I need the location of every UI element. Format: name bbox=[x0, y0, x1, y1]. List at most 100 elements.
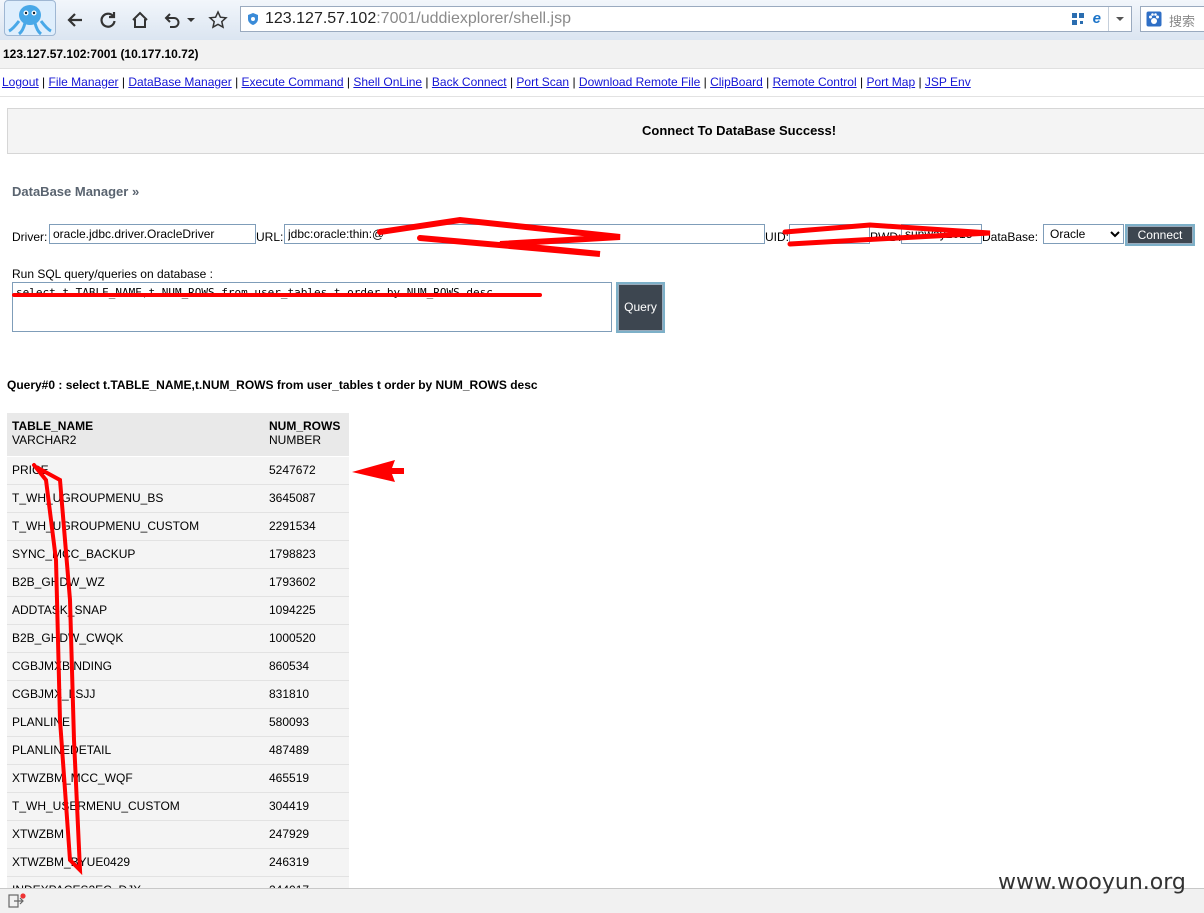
column-type: VARCHAR2 bbox=[12, 433, 77, 447]
num-rows-cell: 487489 bbox=[264, 735, 349, 765]
table-row: ADDTASK_SNAP 1094225 bbox=[7, 595, 349, 625]
uid-input[interactable] bbox=[789, 224, 870, 244]
driver-label: Driver: bbox=[12, 230, 48, 244]
table-row: T_WH_UGROUPMENU_BS 3645087 bbox=[7, 483, 349, 513]
num-rows-cell: 831810 bbox=[264, 679, 349, 709]
query-button[interactable]: Query bbox=[618, 284, 663, 331]
host-bar: 123.127.57.102:7001 (10.177.10.72) bbox=[0, 40, 1204, 69]
results-table-container: TABLE_NAME VARCHAR2 NUM_ROWS NUMBER PRICE 5… bbox=[7, 413, 349, 905]
uid-label: UID: bbox=[765, 230, 789, 244]
driver-input[interactable] bbox=[49, 224, 256, 244]
table-row: PLANLINE 580093 bbox=[7, 707, 349, 737]
table-name-cell: SYNC_MCC_BACKUP bbox=[7, 539, 264, 569]
table-row: SYNC_MCC_BACKUP 1798823 bbox=[7, 539, 349, 569]
table-name-cell: B2B_GHDW_WZ bbox=[7, 567, 264, 597]
table-row: PRICE 5247672 bbox=[7, 455, 349, 485]
search-placeholder: 搜索 bbox=[1169, 14, 1196, 29]
back-icon[interactable] bbox=[64, 8, 88, 32]
browser-logo-icon bbox=[4, 0, 56, 36]
table-row: XTWZBM_BYUE0429 246319 bbox=[7, 847, 349, 877]
database-select[interactable]: Oracle bbox=[1043, 224, 1124, 244]
menu-link-database-manager[interactable]: DataBase Manager bbox=[128, 75, 231, 89]
table-name-cell: PLANLINEDETAIL bbox=[7, 735, 264, 765]
menu-separator: | bbox=[762, 75, 773, 89]
menu-link-file-manager[interactable]: File Manager bbox=[49, 75, 119, 89]
num-rows-cell: 580093 bbox=[264, 707, 349, 737]
browser-toolbar: 123.127.57.102:7001/uddiexplorer/shell.j… bbox=[0, 0, 1204, 41]
num-rows-cell: 2291534 bbox=[264, 511, 349, 541]
num-rows-cell: 5247672 bbox=[264, 455, 349, 485]
menu-link-port-map[interactable]: Port Map bbox=[866, 75, 915, 89]
table-name-cell: PRICE bbox=[7, 455, 264, 485]
num-rows-cell: 247929 bbox=[264, 819, 349, 849]
undo-menu-chevron-down-icon[interactable] bbox=[184, 8, 198, 32]
undo-icon[interactable] bbox=[160, 8, 184, 32]
url-label: URL: bbox=[256, 230, 284, 244]
table-name-cell: XTWZBM bbox=[7, 819, 264, 849]
refresh-icon[interactable] bbox=[96, 8, 120, 32]
search-box[interactable]: 搜索 bbox=[1140, 6, 1204, 32]
table-name-cell: CGBJMX_LSJJ bbox=[7, 679, 264, 709]
menu-link-shell-online[interactable]: Shell OnLine bbox=[353, 75, 422, 89]
menu-separator: | bbox=[915, 75, 925, 89]
menu-separator: | bbox=[38, 75, 49, 89]
table-header-row: TABLE_NAME VARCHAR2 NUM_ROWS NUMBER bbox=[7, 413, 349, 456]
url-input[interactable] bbox=[284, 224, 765, 244]
search-engine-paw-icon[interactable] bbox=[1146, 11, 1162, 30]
table-row: T_WH_UGROUPMENU_CUSTOM 2291534 bbox=[7, 511, 349, 541]
arrow-icon bbox=[352, 460, 404, 482]
database-label: DataBase: bbox=[982, 230, 1039, 244]
menu-separator: | bbox=[506, 75, 517, 89]
shield-icon bbox=[246, 12, 260, 29]
menu-separator: | bbox=[856, 75, 867, 89]
column-header: NUM_ROWS NUMBER bbox=[264, 413, 349, 456]
menu-link-execute-command[interactable]: Execute Command bbox=[242, 75, 344, 89]
menu-separator: | bbox=[343, 75, 354, 89]
home-icon[interactable] bbox=[128, 8, 152, 32]
sql-label: Run SQL query/queries on database : bbox=[12, 267, 214, 281]
column-name: TABLE_NAME bbox=[12, 419, 94, 433]
table-row: PLANLINEDETAIL 487489 bbox=[7, 735, 349, 765]
menu-link-port-scan[interactable]: Port Scan bbox=[516, 75, 569, 89]
table-name-cell: B2B_GHDW_CWQK bbox=[7, 623, 264, 653]
column-type: NUMBER bbox=[269, 433, 322, 447]
connect-button[interactable]: Connect bbox=[1127, 226, 1193, 244]
table-row: T_WH_USERMENU_CUSTOM 304419 bbox=[7, 791, 349, 821]
address-bar[interactable]: 123.127.57.102:7001/uddiexplorer/shell.j… bbox=[240, 6, 1132, 32]
table-name-cell: CGBJMXBINDING bbox=[7, 651, 264, 681]
address-dropdown-chevron-down-icon[interactable] bbox=[1108, 7, 1131, 31]
table-name-cell: XTWZBM_MCC_WQF bbox=[7, 763, 264, 793]
table-row: B2B_GHDW_CWQK 1000520 bbox=[7, 623, 349, 653]
menu-link-clipboard[interactable]: ClipBoard bbox=[710, 75, 763, 89]
pwd-input[interactable] bbox=[901, 224, 982, 244]
num-rows-cell: 3645087 bbox=[264, 483, 349, 513]
qr-code-icon[interactable] bbox=[1071, 12, 1085, 29]
num-rows-cell: 246319 bbox=[264, 847, 349, 877]
menu-separator: | bbox=[422, 75, 432, 89]
query-result-title: Query#0 : select t.TABLE_NAME,t.NUM_ROWS… bbox=[7, 378, 538, 392]
favorite-star-icon[interactable] bbox=[206, 8, 230, 32]
num-rows-cell: 860534 bbox=[264, 651, 349, 681]
table-name-cell: T_WH_USERMENU_CUSTOM bbox=[7, 791, 264, 821]
exit-icon[interactable] bbox=[8, 893, 26, 912]
menu-link-download-remote-file[interactable]: Download Remote File bbox=[579, 75, 700, 89]
watermark: www.wooyun.org bbox=[998, 870, 1186, 895]
results-table: TABLE_NAME VARCHAR2 NUM_ROWS NUMBER PRICE 5… bbox=[7, 413, 349, 905]
menu-link-logout[interactable]: Logout bbox=[2, 75, 39, 89]
sql-query-textarea[interactable]: select t.TABLE_NAME,t.NUM_ROWS from user… bbox=[12, 282, 612, 332]
num-rows-cell: 465519 bbox=[264, 763, 349, 793]
table-row: XTWZBM 247929 bbox=[7, 819, 349, 849]
menu-link-jsp-env[interactable]: JSP Env bbox=[925, 75, 971, 89]
section-title: DataBase Manager » bbox=[12, 184, 140, 199]
main-menu: Logout | File Manager | DataBase Manager… bbox=[2, 75, 971, 89]
menu-separator: | bbox=[700, 75, 711, 89]
menu-link-remote-control[interactable]: Remote Control bbox=[773, 75, 857, 89]
menu-separator: | bbox=[118, 75, 129, 89]
status-message-box: Connect To DataBase Success! bbox=[7, 108, 1204, 154]
menu-link-back-connect[interactable]: Back Connect bbox=[432, 75, 507, 89]
pwd-label: PWD: bbox=[870, 230, 902, 244]
table-row: CGBJMX_LSJJ 831810 bbox=[7, 679, 349, 709]
address-url: 123.127.57.102:7001/uddiexplorer/shell.j… bbox=[265, 10, 572, 27]
table-row: B2B_GHDW_WZ 1793602 bbox=[7, 567, 349, 597]
ie-mode-icon[interactable]: e bbox=[1093, 10, 1101, 27]
